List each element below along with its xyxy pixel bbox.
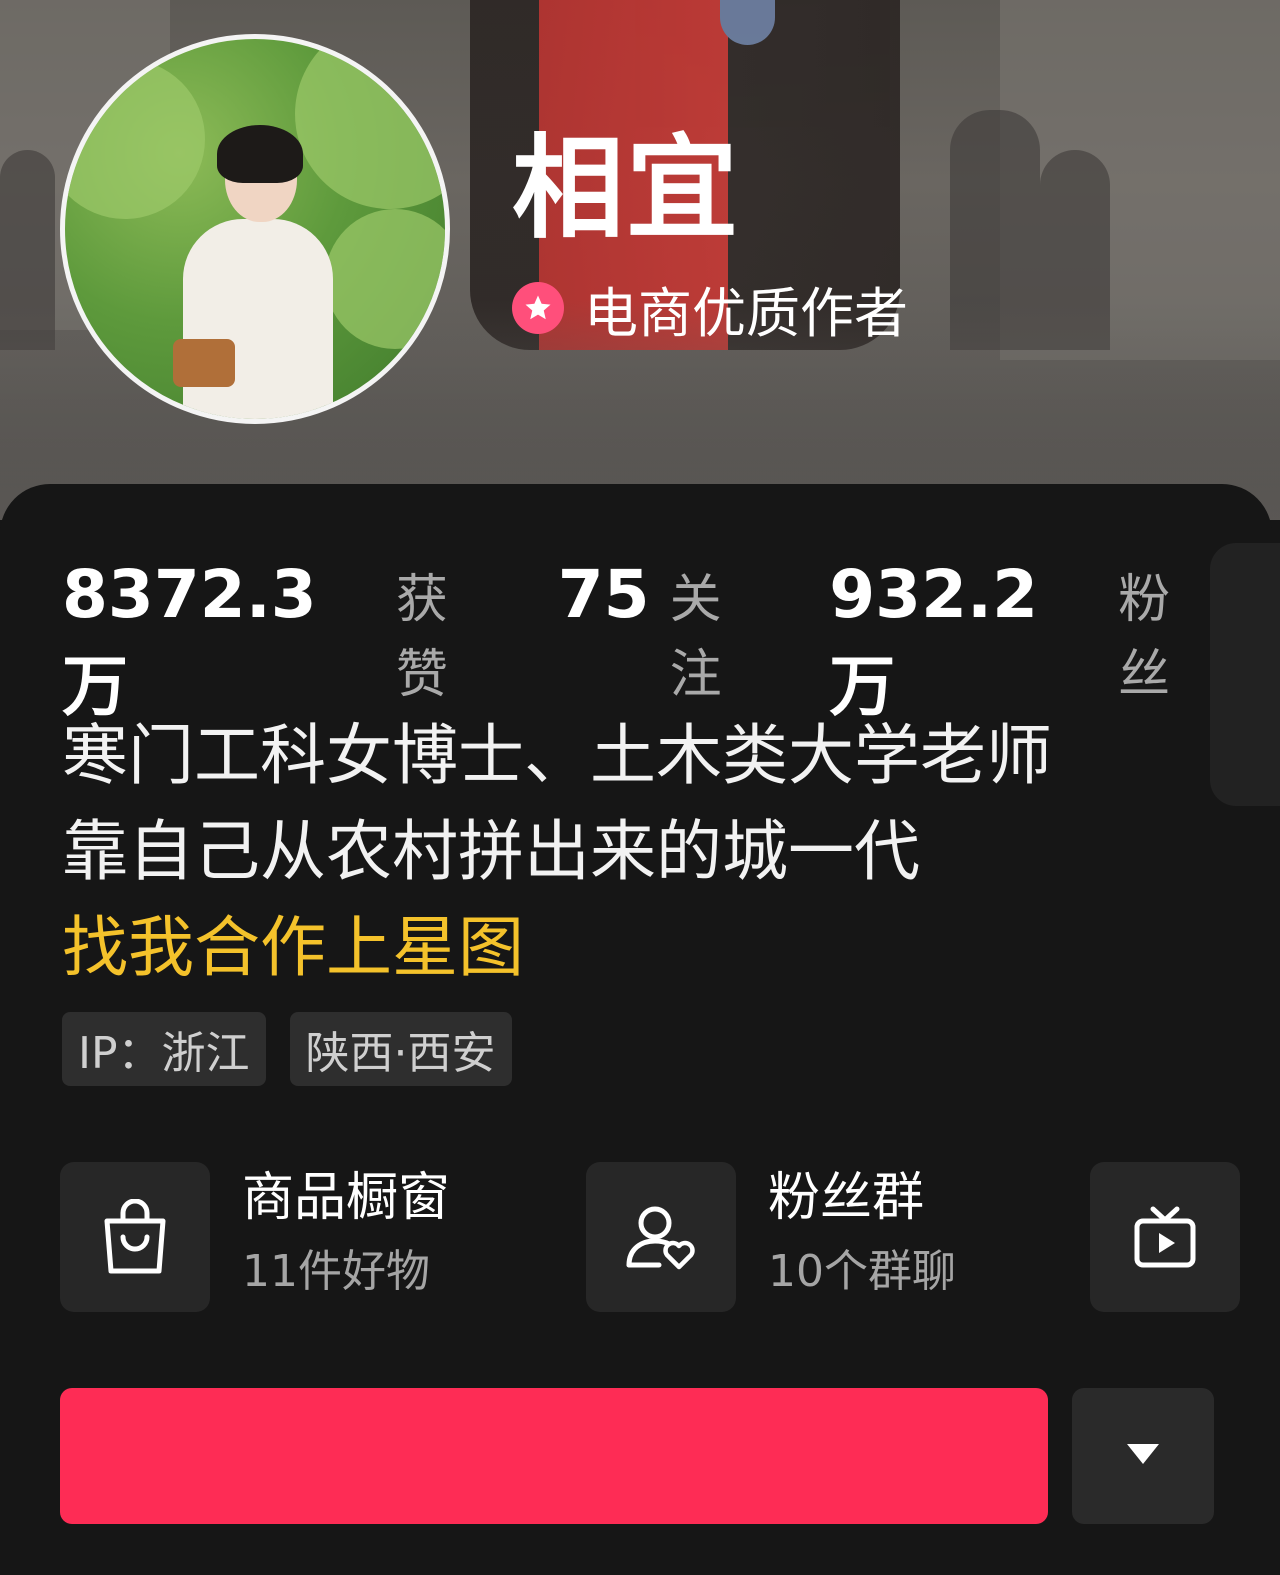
stat-following-label: 关注 (669, 570, 722, 705)
bio: 寒门工科女博士、土木类大学老师 靠自己从农村拼出来的城一代 找我合作上星图 (62, 708, 1052, 996)
shop-window-title: 商品橱窗 (242, 1168, 451, 1228)
video-channel-entry[interactable] (1090, 1162, 1240, 1312)
stat-following-value: 75 (557, 556, 650, 633)
stat-likes[interactable]: 8372.3万 获赞 (62, 556, 498, 729)
creator-badge-label: 电商优质作者 (584, 281, 908, 345)
stat-followers[interactable]: 932.2万 粉丝 (829, 556, 1220, 729)
shop-window-count: 11件好物 (242, 1246, 430, 1297)
bio-collab-link[interactable]: 找我合作上星图 (62, 900, 1052, 996)
fan-group-entry[interactable]: 粉丝群 10个群聊 (586, 1162, 956, 1312)
shopping-bag-icon (60, 1162, 210, 1312)
star-badge-icon (512, 282, 564, 334)
more-options-button[interactable] (1072, 1388, 1214, 1524)
fan-group-icon (586, 1162, 736, 1312)
tv-play-icon (1090, 1162, 1240, 1312)
bio-line: 靠自己从农村拼出来的城一代 (62, 813, 920, 890)
avatar[interactable] (60, 34, 450, 424)
dropdown-triangle-icon (1125, 1442, 1161, 1470)
bio-line: 寒门工科女博士、土木类大学老师 (62, 717, 1052, 794)
stat-likes-value: 8372.3万 (62, 556, 317, 725)
fan-group-count: 10个群聊 (768, 1246, 956, 1297)
stat-followers-label: 粉丝 (1118, 570, 1171, 705)
creator-badge[interactable]: 电商优质作者 (512, 276, 908, 345)
city-tag[interactable]: 陕西·西安 (289, 1012, 512, 1086)
stat-followers-value: 932.2万 (829, 556, 1039, 725)
ip-location-tag: IP：浙江 (62, 1012, 266, 1086)
stat-following[interactable]: 75 关注 (558, 556, 770, 707)
follow-button[interactable] (60, 1388, 1048, 1524)
fan-group-title: 粉丝群 (768, 1168, 925, 1228)
shop-window-entry[interactable]: 商品橱窗 11件好物 (60, 1162, 450, 1312)
stat-likes-label: 获赞 (395, 570, 448, 705)
profile-name: 相宜 (512, 124, 740, 254)
stats-row: 8372.3万 获赞 75 关注 932.2万 粉丝 (62, 556, 1280, 725)
profile-tags: IP：浙江 陕西·西安 (62, 1012, 536, 1086)
